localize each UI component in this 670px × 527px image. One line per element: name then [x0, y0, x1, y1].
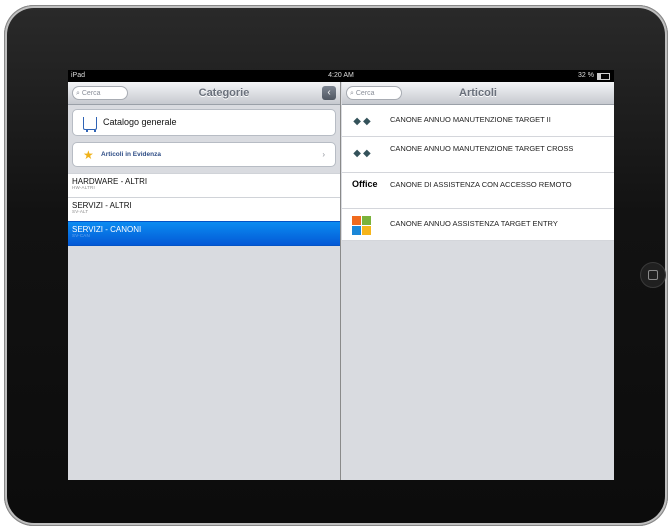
search-placeholder: Cerca [81, 90, 101, 97]
ipad-frame: iPad 4:20 AM 32 % ⌕ Cerca Categorie ‹ Ca… [4, 5, 668, 526]
article-row[interactable]: Office CANONE DI ASSISTENZA CON ACCESSO … [342, 173, 614, 209]
article-row[interactable]: ◆ ◆ CANONE ANNUO MANUTENZIONE TARGET II [342, 105, 614, 137]
collapse-pane-button[interactable]: ‹ [322, 86, 336, 100]
category-item-selected[interactable]: SV-CAN SERVIZI - CANONI [68, 221, 340, 246]
article-row[interactable]: CANONE ANNUO ASSISTENZA TARGET ENTRY [342, 209, 614, 241]
category-name: HARDWARE - ALTRI [72, 177, 148, 186]
article-row[interactable]: ◆ ◆ CANONE ANNUO MANUTENZIONE TARGET CROS… [342, 137, 614, 173]
status-time: 4:20 AM [328, 72, 354, 79]
featured-items-button[interactable]: ★ Articoli in Evidenza › [72, 142, 336, 167]
articles-pane: ⌕ Cerca Articoli ◆ ◆ CANONE ANNUO MANUTEN… [342, 82, 614, 480]
cart-icon [83, 117, 97, 132]
article-name: CANONE ANNUO MANUTENZIONE TARGET II [390, 115, 551, 124]
home-button[interactable] [640, 262, 666, 288]
categories-navbar: ⌕ Cerca Categorie ‹ [68, 82, 340, 105]
disc-icon: ◆ ◆ [353, 116, 371, 127]
status-bar: iPad 4:20 AM 32 % [68, 70, 614, 82]
screen: iPad 4:20 AM 32 % ⌕ Cerca Categorie ‹ Ca… [68, 70, 614, 480]
star-icon: ★ [83, 148, 94, 162]
featured-label: Articoli in Evidenza [101, 151, 161, 158]
battery-icon [597, 72, 610, 80]
article-name: CANONE DI ASSISTENZA CON ACCESSO REMOTO [390, 180, 572, 189]
category-name: SERVIZI - CANONI [72, 225, 142, 234]
office-icon-text: Office [352, 179, 378, 189]
categories-search-input[interactable]: ⌕ Cerca [72, 86, 128, 100]
category-item[interactable]: HW-ALTRI HARDWARE - ALTRI [68, 173, 340, 198]
article-list: ◆ ◆ CANONE ANNUO MANUTENZIONE TARGET II ◆… [342, 105, 614, 241]
article-name: CANONE ANNUO MANUTENZIONE TARGET CROSS [390, 144, 574, 153]
category-item[interactable]: SV-ALT SERVIZI - ALTRI [68, 197, 340, 222]
chevron-left-icon: ‹ [327, 87, 331, 98]
articles-title: Articoli [459, 87, 497, 99]
category-name: SERVIZI - ALTRI [72, 201, 132, 210]
battery-indicator: 32 % [578, 70, 610, 82]
article-name: CANONE ANNUO ASSISTENZA TARGET ENTRY [390, 219, 558, 228]
battery-percent: 32 % [578, 72, 594, 79]
search-icon: ⌕ [76, 90, 80, 97]
windows-flag-icon [352, 216, 372, 236]
catalog-button[interactable]: Catalogo generale [72, 109, 336, 136]
disc-icon: ◆ ◆ [353, 148, 371, 159]
office-icon: Office [352, 179, 378, 200]
categories-pane: ⌕ Cerca Categorie ‹ Catalogo generale ★ … [68, 82, 341, 480]
category-list: HW-ALTRI HARDWARE - ALTRI SV-ALT SERVIZI… [68, 173, 340, 246]
articles-navbar: ⌕ Cerca Articoli [342, 82, 614, 105]
chevron-right-icon: › [322, 150, 325, 159]
categories-title: Categorie [198, 87, 250, 99]
catalog-label: Catalogo generale [103, 117, 177, 127]
